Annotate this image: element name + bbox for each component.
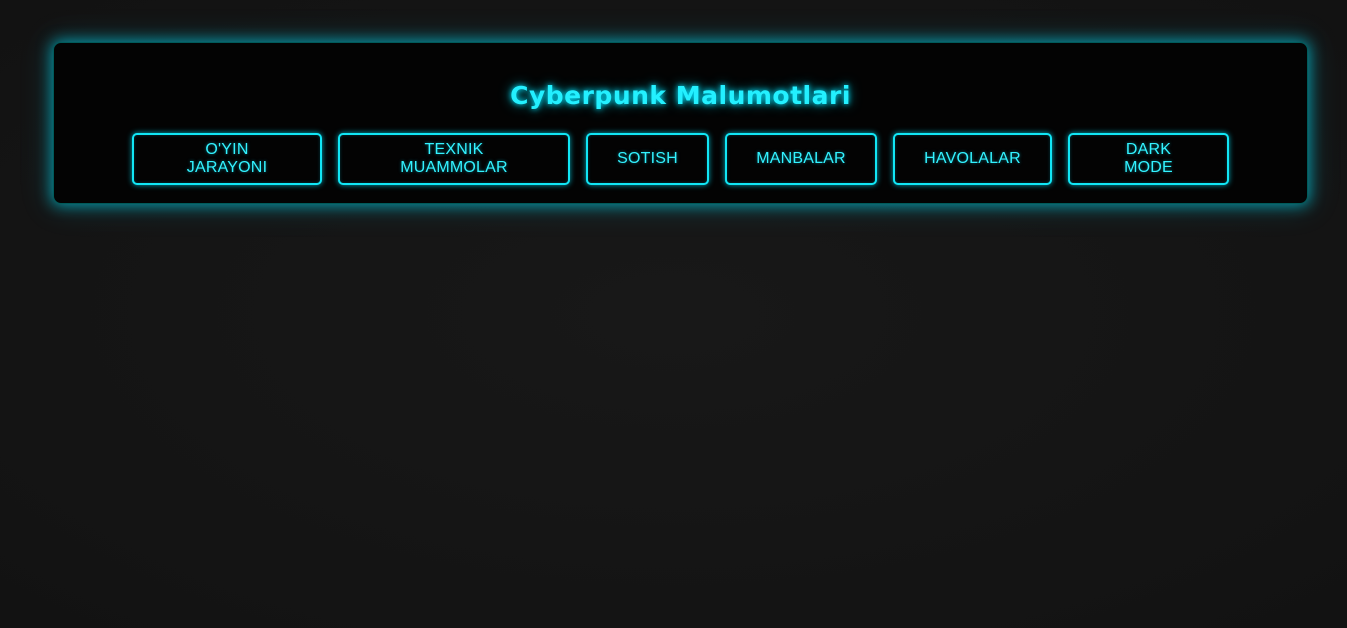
- nav-button-havolalar[interactable]: HAVOLALAR: [893, 133, 1052, 185]
- nav-button-texnik-muammolar[interactable]: TEXNIK MUAMMOLAR: [338, 133, 570, 185]
- page: Cyberpunk Malumotlari O'YIN JARAYONI TEX…: [0, 0, 1347, 628]
- nav-button-oyin-jarayoni[interactable]: O'YIN JARAYONI: [132, 133, 322, 185]
- main-nav: O'YIN JARAYONI TEXNIK MUAMMOLAR SOTISH M…: [54, 133, 1307, 185]
- dark-mode-button[interactable]: DARK MODE: [1068, 133, 1229, 185]
- page-title: Cyberpunk Malumotlari: [510, 81, 851, 110]
- header-panel: Cyberpunk Malumotlari O'YIN JARAYONI TEX…: [53, 42, 1308, 204]
- nav-button-manbalar[interactable]: MANBALAR: [725, 133, 877, 185]
- nav-button-sotish[interactable]: SOTISH: [586, 133, 709, 185]
